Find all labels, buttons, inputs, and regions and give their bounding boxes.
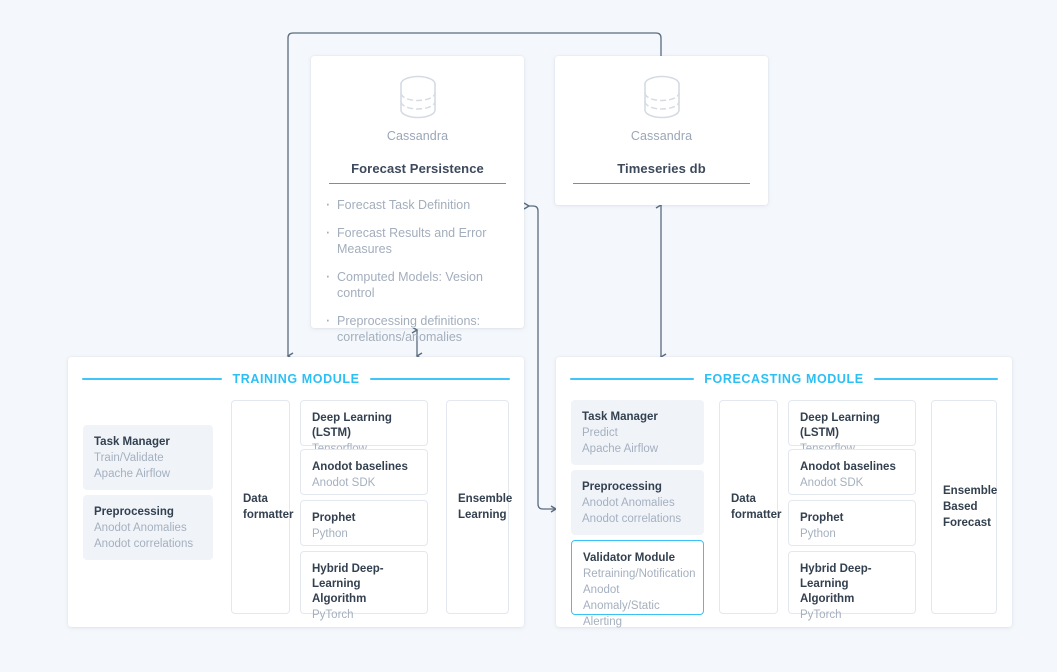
- block-title: Hybrid Deep-Learning Algorithm: [800, 563, 872, 605]
- header-rule-right: [369, 378, 510, 380]
- database-cylinder-icon: [399, 75, 436, 119]
- forecasting-algorithm-lstm[interactable]: Deep Learning (LSTM) Tensorflow: [788, 400, 916, 455]
- block-line: Anodot correlations: [94, 538, 194, 550]
- training-module-header: TRAINING MODULE: [82, 371, 510, 387]
- block-title: Deep Learning (LSTM): [800, 412, 880, 439]
- timeseries-db-label: Cassandra: [630, 129, 693, 143]
- training-algorithm-prophet[interactable]: Prophet Python: [300, 500, 428, 546]
- block-title: Data formatter: [731, 493, 782, 521]
- block-title: Preprocessing: [582, 481, 662, 493]
- training-data-formatter-block[interactable]: Data formatter: [231, 400, 294, 614]
- persistence-bullet-item: Computed Models: Vesion control: [325, 268, 510, 301]
- block-line: Apache Airflow: [94, 468, 171, 480]
- block-title: Prophet: [800, 512, 844, 524]
- header-rule-left: [570, 378, 695, 380]
- training-module-title: TRAINING MODULE: [232, 372, 360, 386]
- database-cylinder-icon: [643, 75, 680, 119]
- block-subtitle: PyTorch: [312, 609, 354, 621]
- forecasting-validator-module-block[interactable]: Validator Module Retraining/Notification…: [571, 540, 704, 628]
- block-title: Task Manager: [94, 436, 170, 448]
- training-preprocessing-block[interactable]: Preprocessing Anodot Anomalies Anodot co…: [83, 495, 213, 560]
- forecasting-module-title: FORECASTING MODULE: [704, 372, 864, 386]
- training-module-panel: TRAINING MODULE Task Manager Train/Valid…: [68, 357, 524, 627]
- block-line: Train/Validate: [94, 452, 164, 464]
- block-title: Ensemble Learning: [458, 493, 513, 521]
- forecasting-preprocessing-block[interactable]: Preprocessing Anodot Anomalies Anodot co…: [571, 470, 704, 535]
- block-title: Deep Learning (LSTM): [312, 412, 392, 439]
- header-rule-right: [873, 378, 999, 380]
- block-subtitle: Python: [800, 528, 836, 540]
- persistence-db-label: Cassandra: [386, 129, 449, 143]
- timeseries-divider: [573, 183, 750, 184]
- block-line: Predict: [582, 427, 618, 439]
- persistence-bullet-list: Forecast Task Definition Forecast Results…: [311, 196, 524, 345]
- block-title: Task Manager: [582, 411, 658, 423]
- block-title: Anodot baselines: [800, 461, 896, 473]
- persistence-bullet-item: Forecast Task Definition: [325, 196, 510, 213]
- block-subtitle: Anodot SDK: [800, 477, 864, 489]
- forecasting-ensemble-based-forecast-block[interactable]: Ensemble Based Forecast: [931, 400, 997, 614]
- training-ensemble-learning-block[interactable]: Ensemble Learning: [446, 400, 513, 614]
- timeseries-db-card: Cassandra Timeseries db: [555, 56, 768, 205]
- block-line: Retraining/Notification: [583, 568, 696, 580]
- header-rule-left: [82, 378, 223, 380]
- diagram-canvas: Cassandra Forecast Persistence Forecast …: [0, 0, 1057, 672]
- block-title: Validator Module: [583, 552, 676, 564]
- training-algorithm-anodot-baselines[interactable]: Anodot baselines Anodot SDK: [300, 449, 428, 495]
- block-line: Alerting: [583, 616, 622, 628]
- forecasting-data-formatter-block[interactable]: Data formatter: [719, 400, 782, 614]
- block-line: Anodot correlations: [582, 513, 682, 525]
- forecasting-task-manager-block[interactable]: Task Manager Predict Apache Airflow: [571, 400, 704, 465]
- persistence-divider: [329, 183, 506, 184]
- block-title: Prophet: [312, 512, 356, 524]
- timeseries-title: Timeseries db: [617, 161, 706, 176]
- wire-forecasting-to-persistence: [523, 202, 539, 504]
- block-title: Data formatter: [243, 493, 294, 521]
- forecasting-module-header: FORECASTING MODULE: [570, 371, 999, 387]
- wire-persistence-to-forecasting: [537, 503, 558, 513]
- persistence-bullet-item: Preprocessing definitions: correlations/…: [325, 312, 510, 345]
- training-task-manager-block[interactable]: Task Manager Train/Validate Apache Airfl…: [83, 425, 213, 490]
- persistence-title: Forecast Persistence: [351, 161, 484, 176]
- block-line: Anodot Anomaly/Static: [583, 584, 660, 612]
- block-subtitle: Python: [312, 528, 348, 540]
- training-algorithm-hybrid[interactable]: Hybrid Deep-Learning Algorithm PyTorch: [300, 551, 428, 621]
- block-subtitle: PyTorch: [800, 609, 842, 621]
- forecasting-algorithm-anodot-baselines[interactable]: Anodot baselines Anodot SDK: [788, 449, 916, 495]
- forecasting-module-panel: FORECASTING MODULE Task Manager Predict …: [556, 357, 1012, 628]
- block-line: Anodot Anomalies: [94, 522, 187, 534]
- block-title: Ensemble Based Forecast: [943, 485, 998, 529]
- block-title: Preprocessing: [94, 506, 174, 518]
- forecasting-algorithm-prophet[interactable]: Prophet Python: [788, 500, 916, 546]
- block-line: Apache Airflow: [582, 443, 659, 455]
- block-title: Hybrid Deep-Learning Algorithm: [312, 563, 384, 605]
- training-algorithm-lstm[interactable]: Deep Learning (LSTM) Tensorflow: [300, 400, 428, 455]
- forecast-persistence-card: Cassandra Forecast Persistence Forecast …: [311, 56, 524, 344]
- forecasting-algorithm-hybrid[interactable]: Hybrid Deep-Learning Algorithm PyTorch: [788, 551, 916, 621]
- block-title: Anodot baselines: [312, 461, 408, 473]
- block-line: Anodot Anomalies: [582, 497, 675, 509]
- block-subtitle: Anodot SDK: [312, 477, 376, 489]
- persistence-bullet-item: Forecast Results and Error Measures: [325, 224, 510, 257]
